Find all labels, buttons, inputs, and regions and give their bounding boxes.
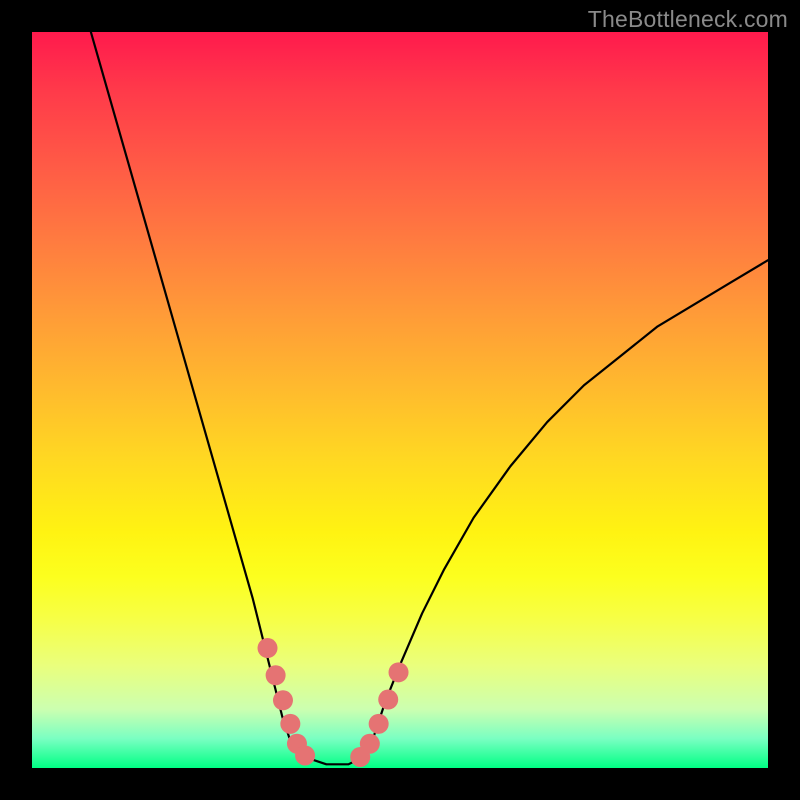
marker-group-left [258, 638, 316, 765]
plot-area [32, 32, 768, 768]
curve-marker [389, 662, 409, 682]
curve-marker [280, 714, 300, 734]
curve-marker [360, 734, 380, 754]
curve-marker [258, 638, 278, 658]
bottleneck-curve [91, 32, 768, 764]
curve-marker [266, 665, 286, 685]
watermark-text: TheBottleneck.com [588, 6, 788, 33]
curve-marker [378, 690, 398, 710]
curve-layer [32, 32, 768, 768]
chart-frame: TheBottleneck.com [0, 0, 800, 800]
curve-marker [295, 745, 315, 765]
marker-group-right [350, 662, 408, 767]
curve-marker [369, 714, 389, 734]
curve-marker [273, 690, 293, 710]
